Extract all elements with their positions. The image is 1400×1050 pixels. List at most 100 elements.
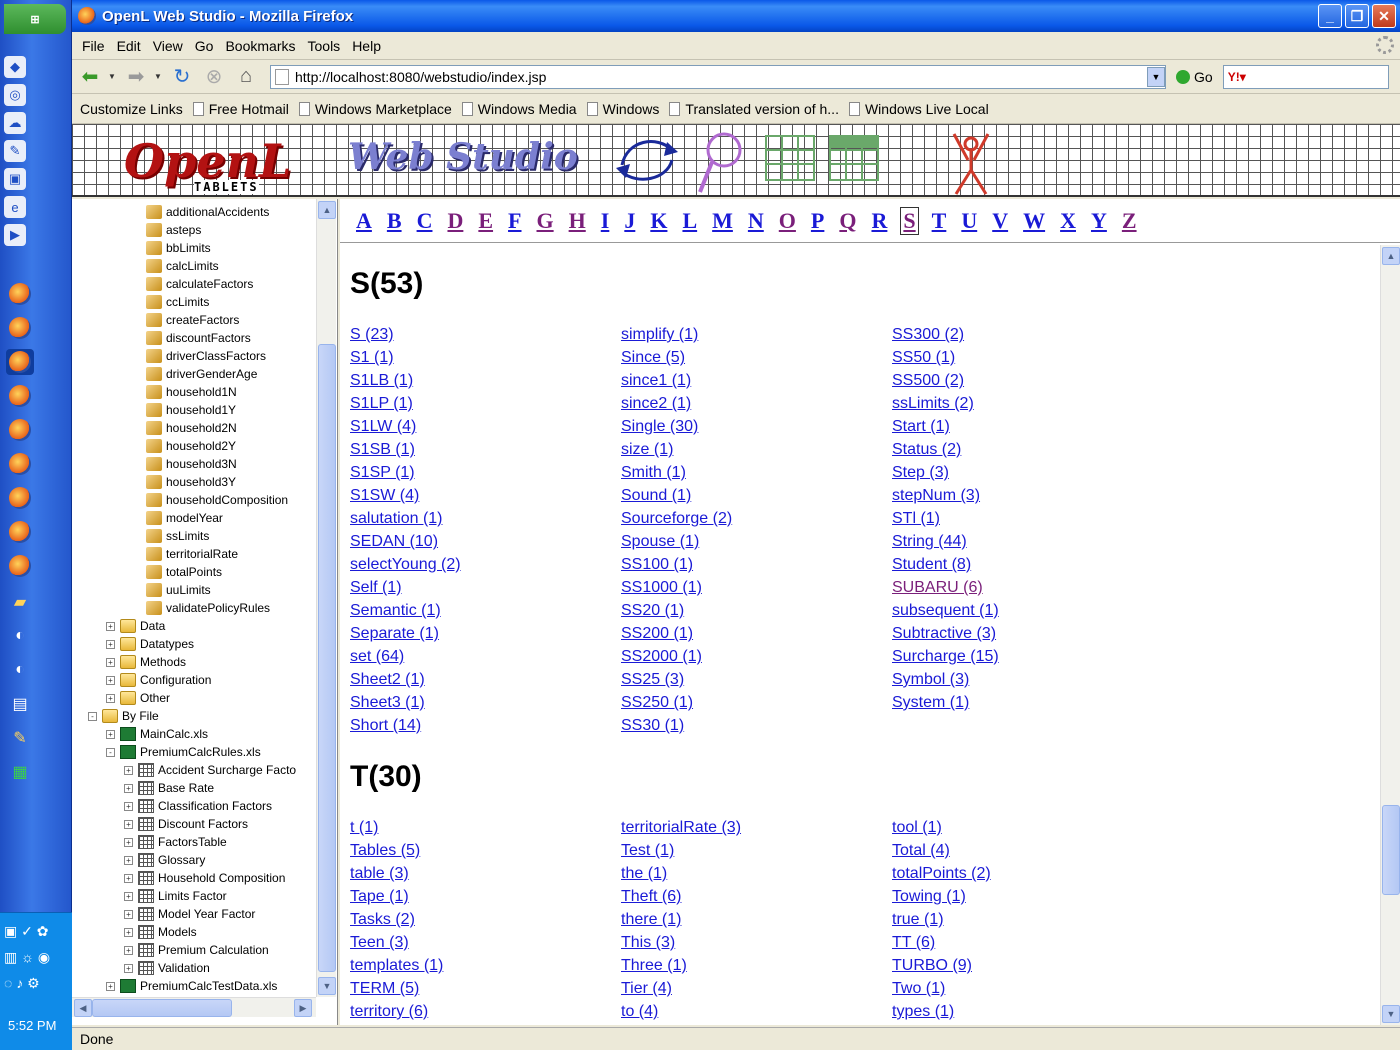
index-term-link[interactable]: since1 (1) xyxy=(621,372,881,395)
forward-dropdown-icon[interactable]: ▼ xyxy=(154,72,164,81)
tree-node[interactable]: household2N xyxy=(146,419,237,437)
index-term-link[interactable]: since2 (1) xyxy=(621,395,881,418)
expand-icon[interactable]: + xyxy=(124,783,133,793)
search-magnifier-icon[interactable] xyxy=(692,130,752,196)
index-term-link[interactable]: ssLimits (2) xyxy=(892,395,1152,418)
index-term-link[interactable]: Tier (4) xyxy=(621,980,881,1003)
search-box[interactable]: Y!▾ xyxy=(1222,64,1389,89)
scroll-down-icon[interactable]: ▼ xyxy=(1382,1005,1400,1023)
letter-link[interactable]: M xyxy=(710,208,735,234)
scroll-thumb[interactable] xyxy=(92,999,232,1017)
eclipse-task-icon[interactable]: ◐ xyxy=(6,657,34,683)
index-term-link[interactable]: SS1000 (1) xyxy=(621,579,881,602)
firefox-task-button[interactable] xyxy=(6,383,34,409)
letter-link[interactable]: X xyxy=(1058,208,1078,234)
menu-file[interactable]: File xyxy=(76,38,111,54)
index-term-link[interactable]: Total (4) xyxy=(892,842,1152,865)
index-term-link[interactable]: SEDAN (10) xyxy=(350,533,610,556)
back-dropdown-icon[interactable]: ▼ xyxy=(108,72,118,81)
letter-link[interactable]: F xyxy=(506,208,523,234)
letter-link[interactable]: L xyxy=(680,208,699,234)
tree-node[interactable]: modelYear xyxy=(146,509,223,527)
expand-icon[interactable]: + xyxy=(124,963,133,973)
letter-link[interactable]: S xyxy=(900,206,919,235)
letter-link[interactable]: C xyxy=(415,208,435,234)
index-term-link[interactable]: Start (1) xyxy=(892,418,1152,441)
home-icon[interactable]: ⌂ xyxy=(232,63,260,91)
tree-node[interactable]: + FactorsTable xyxy=(124,833,227,851)
index-term-link[interactable]: SS250 (1) xyxy=(621,694,881,717)
index-term-link[interactable]: t (1) xyxy=(350,819,610,842)
index-term-link[interactable]: totalPoints (2) xyxy=(892,865,1152,888)
media-player-icon[interactable]: ▶ xyxy=(4,224,26,246)
index-term-link[interactable]: Tasks (2) xyxy=(350,911,610,934)
refresh-arrows-icon[interactable] xyxy=(612,130,682,190)
index-term-link[interactable]: Sheet3 (1) xyxy=(350,694,610,717)
scroll-left-icon[interactable]: ◀ xyxy=(74,999,92,1017)
excel-task-icon[interactable]: ▦ xyxy=(6,759,34,785)
firefox-task-button[interactable] xyxy=(6,417,34,443)
index-term-link[interactable]: TT (6) xyxy=(892,934,1152,957)
index-term-link[interactable]: set (64) xyxy=(350,648,610,671)
index-term-link[interactable]: Spouse (1) xyxy=(621,533,881,556)
app-task-icon[interactable]: ▤ xyxy=(6,691,34,717)
index-term-link[interactable]: SS200 (1) xyxy=(621,625,881,648)
bookmark-link[interactable]: Windows xyxy=(585,101,662,117)
tree-node[interactable]: driverGenderAge xyxy=(146,365,257,383)
letter-link[interactable]: V xyxy=(990,208,1010,234)
tree-node[interactable]: household3N xyxy=(146,455,237,473)
index-term-link[interactable]: tool (1) xyxy=(892,819,1152,842)
expand-icon[interactable]: + xyxy=(124,891,133,901)
tree-node[interactable]: household1N xyxy=(146,383,237,401)
tree-node[interactable]: territorialRate xyxy=(146,545,238,563)
index-term-link[interactable]: System (1) xyxy=(892,694,1152,717)
index-term-link[interactable]: S1SW (4) xyxy=(350,487,610,510)
index-term-link[interactable]: Sheet2 (1) xyxy=(350,671,610,694)
tree-node[interactable]: + PremiumCalcTestData.xls xyxy=(106,977,277,995)
quicklaunch-icon[interactable]: ☁ xyxy=(4,112,26,134)
letter-link[interactable]: D xyxy=(445,208,465,234)
scroll-up-icon[interactable]: ▲ xyxy=(318,201,336,219)
tree-node[interactable]: householdComposition xyxy=(146,491,288,509)
tree-node[interactable]: + MainCalc.xls xyxy=(106,725,208,743)
expand-icon[interactable]: + xyxy=(106,657,115,667)
letter-link[interactable]: H xyxy=(567,208,588,234)
bookmark-link[interactable]: Translated version of h... xyxy=(667,101,841,117)
url-text[interactable]: http://localhost:8080/webstudio/index.js… xyxy=(295,69,1147,85)
index-term-link[interactable]: territorialRate (3) xyxy=(621,819,881,842)
firefox-task-button[interactable] xyxy=(6,519,34,545)
tree-node[interactable]: + Discount Factors xyxy=(124,815,248,833)
index-term-link[interactable]: types (1) xyxy=(892,1003,1152,1025)
index-term-link[interactable]: Step (3) xyxy=(892,464,1152,487)
bookmark-link[interactable]: Windows Live Local xyxy=(847,101,991,117)
firefox-task-button[interactable] xyxy=(6,553,34,579)
firefox-task-button[interactable] xyxy=(6,315,34,341)
scroll-thumb[interactable] xyxy=(1382,805,1400,895)
letter-link[interactable]: Y xyxy=(1089,208,1109,234)
letter-link[interactable]: I xyxy=(599,208,612,234)
letter-link[interactable]: E xyxy=(476,208,495,234)
close-button[interactable]: ✕ xyxy=(1372,4,1396,28)
index-term-link[interactable]: Separate (1) xyxy=(350,625,610,648)
tables-icon[interactable] xyxy=(764,130,884,186)
reload-icon[interactable]: ↻ xyxy=(168,63,196,91)
tree-node[interactable]: + Models xyxy=(124,923,197,941)
expand-icon[interactable]: + xyxy=(124,945,133,955)
expand-icon[interactable]: + xyxy=(106,639,115,649)
collapse-icon[interactable]: - xyxy=(88,711,97,721)
expand-icon[interactable]: + xyxy=(124,927,133,937)
index-term-link[interactable]: territory (6) xyxy=(350,1003,610,1025)
tree-node[interactable]: + Accident Surcharge Facto xyxy=(124,761,296,779)
index-term-link[interactable]: S1LB (1) xyxy=(350,372,610,395)
tree-node[interactable]: + Datatypes xyxy=(106,635,194,653)
back-arrow-icon[interactable]: ⬅ xyxy=(76,63,104,91)
index-term-link[interactable]: to (4) xyxy=(621,1003,881,1025)
minimize-button[interactable]: _ xyxy=(1318,4,1342,28)
tree-node[interactable]: asteps xyxy=(146,221,201,239)
menu-view[interactable]: View xyxy=(147,38,189,54)
index-term-link[interactable]: SS300 (2) xyxy=(892,326,1152,349)
index-term-link[interactable]: true (1) xyxy=(892,911,1152,934)
expand-icon[interactable]: + xyxy=(106,729,115,739)
figure-icon[interactable] xyxy=(946,130,996,196)
bookmark-link[interactable]: Windows Media xyxy=(460,101,579,117)
